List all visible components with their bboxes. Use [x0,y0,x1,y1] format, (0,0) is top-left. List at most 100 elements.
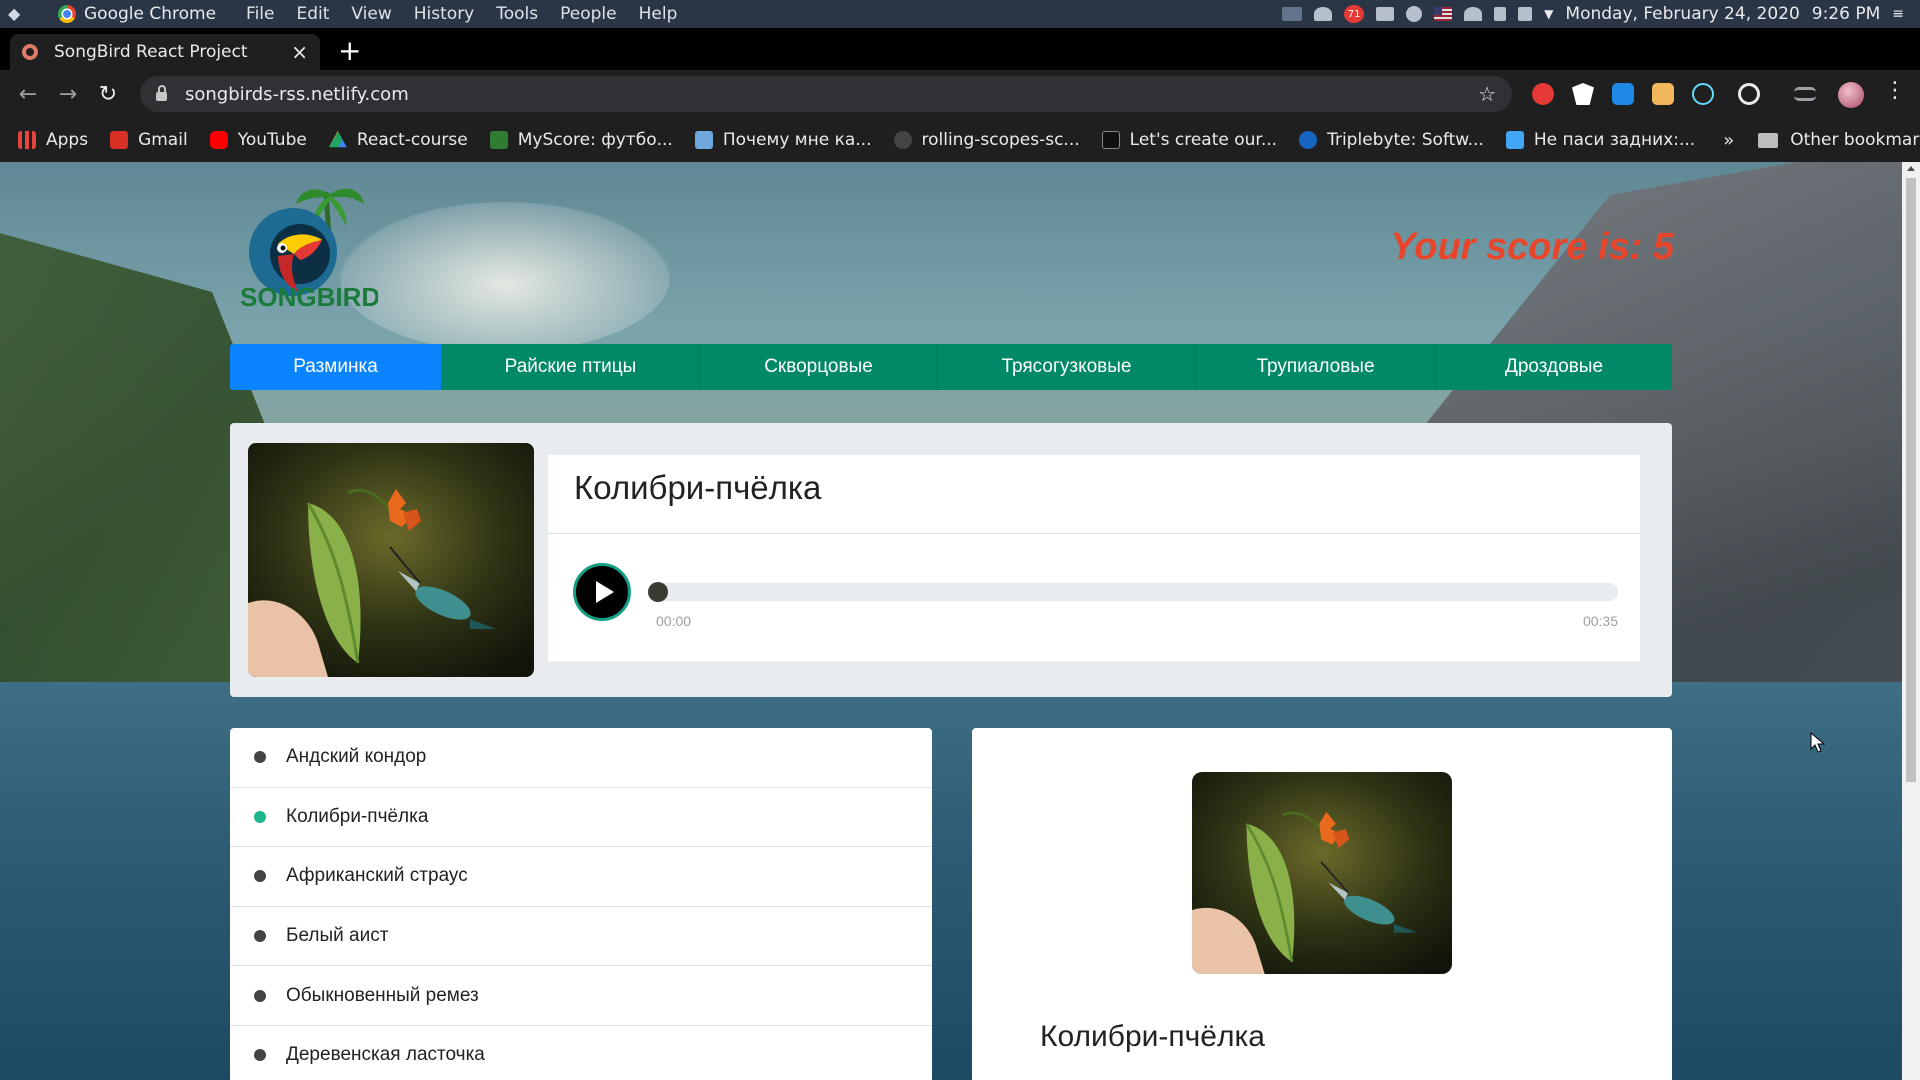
bird-detail-card: Колибри-пчёлка [972,728,1672,1080]
category-nav: Разминка Райские птицы Скворцовые Трясог… [230,344,1672,390]
notification-bell-icon[interactable] [1314,7,1333,21]
songbird-logo[interactable]: SONGBIRD [238,182,380,312]
profile-avatar[interactable] [1838,82,1864,108]
volume-icon[interactable] [1518,7,1533,21]
bookmark-triplebyte[interactable]: Triplebyte: Softw... [1299,130,1484,150]
more-bookmarks-chevron-icon[interactable]: » [1723,130,1734,151]
os-time[interactable]: 9:26 PM [1812,4,1881,24]
os-date[interactable]: Monday, February 24, 2020 [1565,4,1799,24]
answer-option[interactable]: Африканский страус [230,847,932,907]
monitor-icon[interactable] [1376,7,1395,21]
menu-history[interactable]: History [414,4,474,24]
category-tab-icterids[interactable]: Трупиаловые [1196,344,1436,390]
bookmark-gmail[interactable]: Gmail [110,130,188,150]
answer-option[interactable]: Колибри-пчёлка [230,788,932,848]
bird-detail-photo [1192,772,1452,974]
answer-label: Андский кондор [286,746,427,768]
bookmark-pochemu[interactable]: Почему мне ка... [694,130,872,150]
keyboard-layout-flag-icon[interactable] [1434,7,1453,21]
bird-photo [248,443,534,677]
answer-option[interactable]: Андский кондор [230,728,932,788]
answer-indicator-dot-correct [254,810,266,823]
os-launcher-icon[interactable]: ◆ [8,4,28,24]
answer-label: Белый аист [286,925,389,947]
category-tab-warmup[interactable]: Разминка [230,344,442,390]
wifi-icon[interactable] [1464,7,1483,21]
tab-strip: SongBird React Project × + [0,28,1920,70]
page-scrollbar[interactable] [1902,162,1920,1080]
tab-close-icon[interactable]: × [291,40,308,64]
bookmark-apps[interactable]: Apps [18,130,88,150]
answer-option[interactable]: Деревенская ласточка [230,1026,932,1080]
audio-progress-handle[interactable] [648,582,668,602]
scrollbar-thumb[interactable] [1906,178,1916,782]
extension-list-icon[interactable] [1794,87,1816,101]
songbird-page: SONGBIRD Your score is: 5 Разминка Райск… [0,162,1902,1080]
notification-count-badge[interactable]: 71 [1344,5,1365,23]
lock-icon[interactable] [156,84,167,101]
bookmark-react-course[interactable]: React-course [328,130,468,150]
category-tab-starlings[interactable]: Скворцовые [700,344,938,390]
bookmark-label: Apps [46,130,89,150]
google-drive-icon [328,131,347,148]
scroll-up-arrow-icon[interactable] [1907,166,1915,171]
bookmark-myscore[interactable]: MyScore: футбо... [489,130,673,150]
url-text[interactable]: songbirds-rss.netlify.com [185,84,409,105]
bookmark-youtube[interactable]: YouTube [209,130,307,150]
audio-duration: 00:35 [1582,613,1618,629]
question-card: Колибри-пчёлка 00:00 00:35 [230,423,1672,697]
answer-option[interactable]: Белый аист [230,907,932,967]
bookmark-label: Triplebyte: Softw... [1327,130,1484,150]
extension-adblock-icon[interactable] [1532,83,1554,105]
logo-text: SONGBIRD [240,282,378,312]
menu-edit[interactable]: Edit [297,4,330,24]
bookmark-ne-pasi[interactable]: Не паси задних:... [1505,130,1695,150]
extension-box-icon[interactable] [1652,83,1674,105]
extension-target-icon[interactable] [1738,83,1760,105]
bookmarks-bar: Apps Gmail YouTube React-course MyScore:… [0,118,1920,162]
tray-dropdown-icon[interactable]: ▼ [1544,7,1553,21]
clipboard-icon[interactable] [1494,7,1507,21]
bookmark-label: Let's create our... [1129,130,1278,150]
other-bookmarks-label: Other bookmarks [1790,130,1920,150]
menu-help[interactable]: Help [639,4,678,24]
extension-shield-icon[interactable] [1572,83,1594,105]
category-tab-paradise-birds[interactable]: Райские птицы [442,344,700,390]
answer-indicator-dot [254,751,266,764]
forward-arrow-icon[interactable]: → [48,82,88,107]
answer-indicator-dot [254,1049,266,1062]
menu-file[interactable]: File [246,4,274,24]
score-label: Your score is: 5 [1390,226,1674,268]
bookmark-rolling-scopes[interactable]: rolling-scopes-sc... [893,130,1080,150]
question-title: Колибри-пчёлка [574,469,822,506]
new-tab-button[interactable]: + [338,37,361,65]
reload-icon[interactable]: ↻ [88,82,128,107]
bookmark-dev[interactable]: Let's create our... [1101,130,1278,150]
play-button[interactable] [573,563,631,621]
address-bar[interactable]: songbirds-rss.netlify.com ☆ [140,76,1512,112]
menu-people[interactable]: People [560,4,616,24]
audio-current-time: 00:00 [656,613,692,629]
category-tab-wagtails[interactable]: Трясогузковые [938,344,1196,390]
bookmark-star-icon[interactable]: ☆ [1478,82,1496,106]
menu-tools[interactable]: Tools [496,4,538,24]
chrome-menu-icon[interactable]: ⋮ [1884,78,1906,103]
answer-option[interactable]: Обыкновенный ремез [230,966,932,1026]
menu-view[interactable]: View [351,4,391,24]
extension-blue-icon[interactable] [1612,83,1634,105]
workspace-icon[interactable] [1282,7,1303,21]
power-menu-icon[interactable]: ≡ [1892,6,1904,22]
answer-label: Обыкновенный ремез [286,984,479,1006]
bookmark-label: MyScore: футбо... [517,130,673,150]
category-tab-thrushes[interactable]: Дроздовые [1436,344,1672,390]
settings-gear-icon[interactable] [1406,6,1423,22]
mouse-cursor-icon [1810,732,1826,753]
tab-songbird[interactable]: SongBird React Project × [10,34,320,70]
audio-progress-track[interactable] [648,583,1618,601]
puzzle-icon [1505,131,1524,149]
dev-to-icon [1101,131,1120,149]
os-app-name[interactable]: Google Chrome [84,4,216,24]
other-bookmarks[interactable]: Other bookmarks [1758,130,1920,150]
extension-react-devtools-icon[interactable] [1692,83,1714,105]
back-arrow-icon[interactable]: ← [8,82,48,107]
